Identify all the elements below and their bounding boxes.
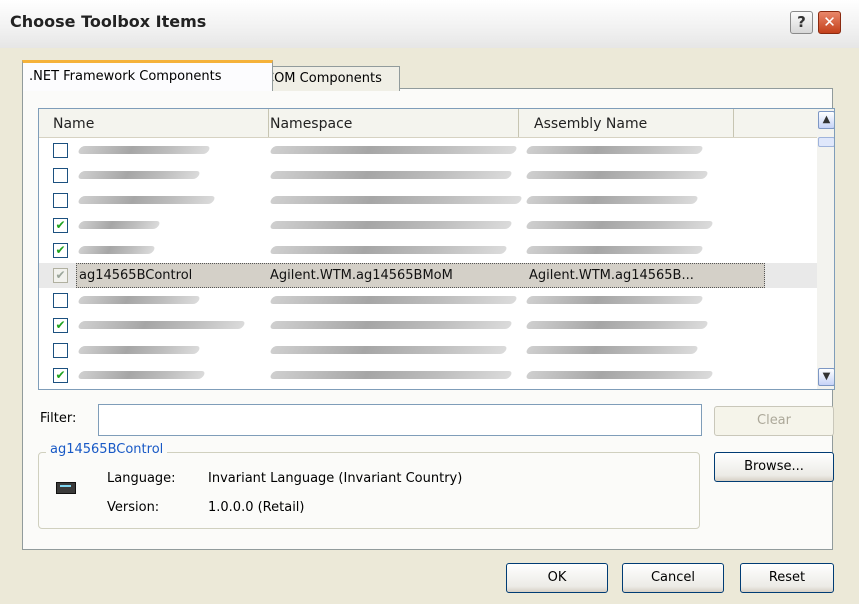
- scroll-up-button[interactable]: ▲: [818, 111, 834, 129]
- row-checkbox[interactable]: ✔: [53, 268, 68, 283]
- obscured-text: [269, 246, 508, 254]
- table-row[interactable]: [39, 138, 817, 163]
- row-checkbox[interactable]: [53, 193, 68, 208]
- obscured-text: [525, 196, 699, 204]
- tab-com-components[interactable]: COM Components: [258, 66, 400, 91]
- table-row[interactable]: [39, 338, 817, 363]
- reset-button[interactable]: Reset: [740, 563, 834, 593]
- version-value: 1.0.0.0 (Retail): [208, 500, 305, 515]
- ok-button[interactable]: OK: [506, 563, 608, 593]
- row-checkbox[interactable]: [53, 143, 68, 158]
- obscured-text: [77, 246, 156, 254]
- obscured-text: [77, 196, 216, 204]
- cancel-button[interactable]: Cancel: [622, 563, 724, 593]
- obscured-text: [77, 346, 201, 354]
- obscured-text: [269, 296, 518, 304]
- obscured-text: [525, 146, 704, 154]
- close-button[interactable]: ✕: [818, 11, 841, 34]
- help-button[interactable]: ?: [790, 11, 813, 34]
- language-value: Invariant Language (Invariant Country): [208, 471, 463, 486]
- scroll-down-button[interactable]: ▼: [818, 368, 834, 386]
- table-row[interactable]: ✔: [39, 363, 817, 388]
- details-group: [38, 452, 700, 529]
- obscured-text: [77, 296, 201, 304]
- row-checkbox[interactable]: [53, 168, 68, 183]
- list-rows: ✔ ✔ ✔ ag14565BControl Agilent.WTM.ag14565BMo…: [39, 138, 817, 388]
- control-icon: [56, 482, 76, 494]
- table-row[interactable]: [39, 163, 817, 188]
- components-list[interactable]: Name Namespace Assembly Name ✔ ✔ ✔ ag14565B…: [38, 108, 835, 390]
- row-checkbox[interactable]: ✔: [53, 218, 68, 233]
- obscured-text: [77, 371, 206, 379]
- obscured-text: [525, 321, 709, 329]
- language-label: Language:: [107, 471, 176, 486]
- row-checkbox[interactable]: ✔: [53, 368, 68, 383]
- window-title: Choose Toolbox Items: [10, 12, 207, 31]
- column-header-name[interactable]: Name: [39, 109, 269, 137]
- list-header: Name Namespace Assembly Name: [39, 109, 817, 138]
- row-checkbox[interactable]: ✔: [53, 318, 68, 333]
- obscured-text: [525, 296, 704, 304]
- obscured-text: [525, 221, 714, 229]
- obscured-text: [269, 146, 518, 154]
- column-header-namespace[interactable]: Namespace: [269, 109, 519, 137]
- filter-input[interactable]: [98, 404, 702, 436]
- obscured-text: [525, 171, 709, 179]
- choose-toolbox-items-dialog: Choose Toolbox Items ? ✕ .NET Framework …: [0, 0, 859, 604]
- table-row[interactable]: ✔ ag14565BControl Agilent.WTM.ag14565BMoM A…: [39, 263, 817, 288]
- scroll-thumb[interactable]: [818, 137, 834, 147]
- clear-button[interactable]: Clear: [714, 406, 834, 436]
- column-header-assembly-name[interactable]: Assembly Name: [519, 109, 734, 137]
- obscured-text: [269, 321, 513, 329]
- title-bar[interactable]: Choose Toolbox Items ? ✕: [0, 0, 859, 48]
- obscured-text: [77, 171, 201, 179]
- obscured-text: [269, 221, 513, 229]
- row-checkbox[interactable]: ✔: [53, 243, 68, 258]
- obscured-text: [269, 171, 513, 179]
- row-checkbox[interactable]: [53, 343, 68, 358]
- table-row[interactable]: [39, 288, 817, 313]
- obscured-text: [269, 346, 508, 354]
- details-title: ag14565BControl: [46, 442, 168, 457]
- cell-namespace: Agilent.WTM.ag14565BMoM: [270, 268, 453, 283]
- cell-assembly: Agilent.WTM.ag14565B...: [529, 268, 694, 283]
- table-row[interactable]: ✔: [39, 238, 817, 263]
- obscured-text: [77, 221, 161, 229]
- obscured-text: [77, 146, 211, 154]
- filter-label: Filter:: [40, 411, 77, 426]
- list-scrollbar[interactable]: ▲ ▼: [817, 109, 834, 389]
- browse-button[interactable]: Browse...: [714, 452, 834, 482]
- obscured-text: [525, 346, 699, 354]
- obscured-text: [269, 371, 513, 379]
- obscured-text: [525, 246, 704, 254]
- table-row[interactable]: ✔: [39, 313, 817, 338]
- cell-name: ag14565BControl: [79, 268, 193, 283]
- obscured-text: [525, 371, 714, 379]
- row-checkbox[interactable]: [53, 293, 68, 308]
- version-label: Version:: [107, 500, 160, 515]
- obscured-text: [77, 321, 246, 329]
- obscured-text: [269, 196, 523, 204]
- table-row[interactable]: [39, 188, 817, 213]
- table-row[interactable]: ✔: [39, 213, 817, 238]
- tab-net-framework-components[interactable]: .NET Framework Components: [22, 60, 273, 91]
